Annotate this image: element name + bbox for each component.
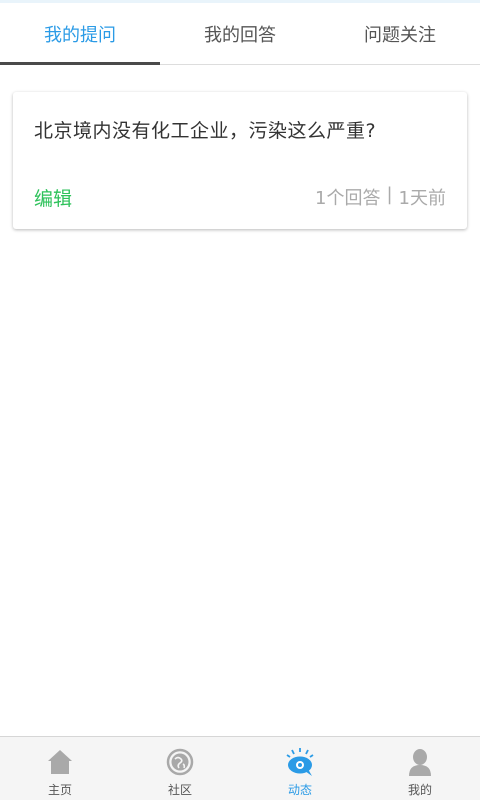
profile-icon: [405, 747, 435, 777]
nav-item-community[interactable]: 社区: [120, 737, 240, 800]
time-ago: 1天前: [398, 188, 446, 209]
nav-item-home[interactable]: 主页: [0, 737, 120, 800]
nav-label-profile: 我的: [407, 783, 432, 797]
question-title[interactable]: 北京境内没有化工企业，污染这么严重?: [34, 116, 376, 143]
tab-my-answers[interactable]: 我的回答: [160, 3, 320, 64]
bottom-navigation: 主页 社区 动态 我的: [0, 736, 480, 800]
nav-item-profile[interactable]: 我的: [360, 737, 480, 800]
tab-label: 我的回答: [204, 24, 276, 46]
activity-icon: [285, 747, 315, 777]
answer-count: 1个回答: [315, 188, 381, 209]
nav-label-activity: 动态: [287, 783, 312, 797]
edit-button[interactable]: 编辑: [34, 184, 72, 211]
tab-my-questions[interactable]: 我的提问: [0, 3, 160, 65]
question-meta: 1个回答 | 1天前: [315, 184, 446, 210]
tab-followed-questions[interactable]: 问题关注: [320, 3, 480, 64]
tab-label: 问题关注: [364, 24, 436, 46]
home-icon: [45, 747, 75, 777]
active-tab-indicator: [0, 62, 160, 65]
community-icon: [165, 747, 195, 777]
meta-separator: |: [386, 184, 393, 205]
nav-label-community: 社区: [167, 783, 192, 797]
nav-label-home: 主页: [47, 783, 72, 797]
question-card[interactable]: 北京境内没有化工企业，污染这么严重? 编辑 1个回答 | 1天前: [13, 92, 467, 229]
top-tab-bar: 我的提问 我的回答 问题关注: [0, 3, 480, 65]
nav-item-activity[interactable]: 动态: [240, 737, 360, 800]
app-screen: 我的提问 我的回答 问题关注 北京境内没有化工企业，污染这么严重? 编辑 1个回…: [0, 0, 480, 800]
tab-label: 我的提问: [44, 24, 116, 46]
